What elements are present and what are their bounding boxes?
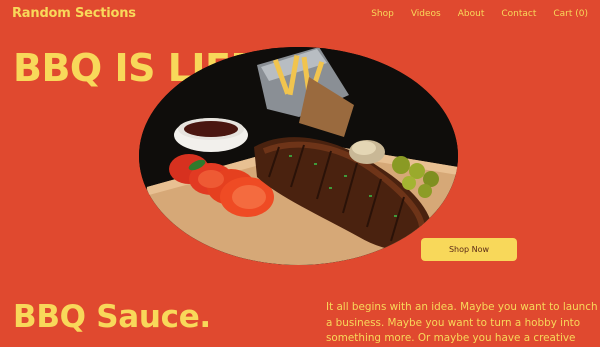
section-title: BBQ Sauce. <box>13 299 211 335</box>
nav-about[interactable]: About <box>458 9 485 19</box>
nav-videos[interactable]: Videos <box>411 9 441 19</box>
shop-now-button[interactable]: Shop Now <box>421 238 517 261</box>
nav-cart[interactable]: Cart (0) <box>553 9 588 19</box>
hero-image <box>139 47 458 265</box>
nav-shop[interactable]: Shop <box>371 9 394 19</box>
nav-contact[interactable]: Contact <box>501 9 536 19</box>
site-logo[interactable]: Random Sections <box>12 6 136 21</box>
main-nav: Shop Videos About Contact Cart (0) <box>354 9 588 19</box>
